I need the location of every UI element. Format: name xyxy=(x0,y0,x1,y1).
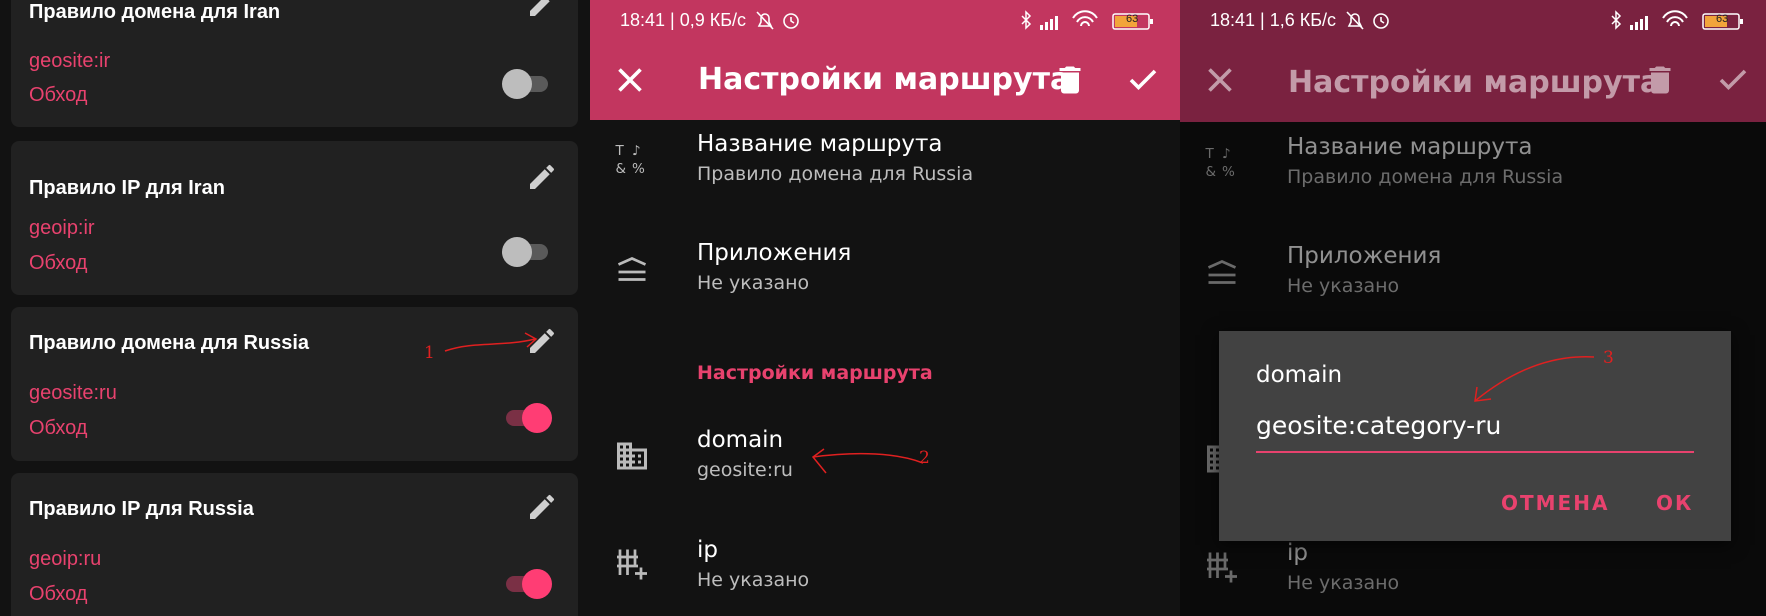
svg-text:T: T xyxy=(615,143,625,159)
building-icon xyxy=(617,442,647,470)
row-subtitle: geosite:ru xyxy=(697,459,793,481)
battery-level: 63 xyxy=(1126,13,1139,25)
close-icon[interactable] xyxy=(1202,62,1238,98)
rule-enable-toggle[interactable] xyxy=(502,565,552,601)
apps-filter-icon xyxy=(617,257,647,281)
row-title: Приложения xyxy=(1287,243,1442,269)
mute-alarm-icons xyxy=(756,11,799,30)
rule-action: Обход xyxy=(29,583,88,605)
rule-card[interactable]: Правило IP для Russia geoip:ru Обход xyxy=(11,473,578,616)
app-bar: Настройки маршрута xyxy=(590,40,1180,120)
rule-title: Правило домена для Iran xyxy=(29,1,281,23)
row-title: ip xyxy=(1287,540,1308,566)
domain-input[interactable]: geosite:category-ru xyxy=(1256,411,1694,453)
text-format-icon: T ♪ & % xyxy=(615,143,646,176)
svg-text:&: & xyxy=(616,161,627,176)
app-bar: Настройки маршрута xyxy=(1180,40,1766,120)
annotation-arrow xyxy=(1474,356,1595,402)
battery-level: 63 xyxy=(1716,13,1729,25)
grid-add-icon xyxy=(1207,552,1237,583)
row-subtitle: Правило домена для Russia xyxy=(1287,166,1564,188)
domain-input-value: geosite:category-ru xyxy=(1256,411,1502,440)
close-icon[interactable] xyxy=(612,62,648,98)
edit-pencil-icon[interactable] xyxy=(526,491,558,523)
dialog-title: domain xyxy=(1256,362,1343,388)
rule-enable-toggle[interactable] xyxy=(502,399,552,435)
page-title: Настройки маршрута xyxy=(1288,65,1661,100)
row-subtitle: Правило домена для Russia xyxy=(697,163,974,185)
status-text: 18:41 | 0,9 КБ/с xyxy=(620,10,747,30)
rule-action: Обход xyxy=(29,252,88,274)
svg-text:♪: ♪ xyxy=(632,143,641,159)
ok-button[interactable]: ОК xyxy=(1656,491,1693,515)
connectivity-icons xyxy=(1611,10,1743,30)
annotation-arrow xyxy=(444,332,538,352)
annotation-arrow xyxy=(811,448,924,474)
rule-card[interactable]: Правило IP для Iran geoip:ir Обход xyxy=(11,141,578,295)
delete-icon[interactable] xyxy=(1642,62,1678,98)
annotation-number: 1 xyxy=(424,343,435,363)
row-subtitle: Не указано xyxy=(1287,275,1400,297)
mute-alarm-icons xyxy=(1346,11,1389,30)
rule-value: geosite:ru xyxy=(29,382,117,404)
route-settings-panel: 18:41 | 0,9 КБ/с 63 Настройки маршрута T… xyxy=(590,0,1180,616)
rule-card[interactable]: Правило домена для Russia geosite:ru Обх… xyxy=(11,307,578,461)
edit-pencil-icon[interactable] xyxy=(526,161,558,193)
row-subtitle: Не указано xyxy=(697,569,810,591)
route-settings-dialog-panel: 18:41 | 1,6 КБ/с 63 Настройки маршрута T xyxy=(1180,0,1766,616)
status-bar: 18:41 | 1,6 КБ/с 63 xyxy=(1180,0,1766,40)
rule-enable-toggle[interactable] xyxy=(502,65,552,101)
row-title: domain xyxy=(697,427,784,453)
rule-value: geoip:ir xyxy=(29,217,95,239)
svg-text:♪: ♪ xyxy=(1222,146,1231,162)
rule-card[interactable]: Правило домена для Iran geosite:ir Обход xyxy=(11,0,578,127)
rule-action: Обход xyxy=(29,417,88,439)
row-title: Название маршрута xyxy=(1287,134,1533,160)
annotation-number: 2 xyxy=(919,448,930,468)
annotation-number: 3 xyxy=(1603,348,1614,368)
grid-add-icon xyxy=(617,549,647,580)
row-title: Приложения xyxy=(697,240,852,266)
row-subtitle: Не указано xyxy=(1287,572,1400,594)
cancel-button[interactable]: ОТМЕНА xyxy=(1501,491,1609,515)
rule-title: Правило домена для Russia xyxy=(29,332,310,354)
page-title: Настройки маршрута xyxy=(698,62,1071,97)
delete-icon[interactable] xyxy=(1052,62,1088,98)
rule-value: geosite:ir xyxy=(29,50,111,72)
svg-text:%: % xyxy=(632,161,645,176)
svg-text:T: T xyxy=(1205,146,1215,162)
rule-value: geoip:ru xyxy=(29,548,102,570)
rules-list-panel: Правило домена для Iran geosite:ir Обход… xyxy=(0,0,590,616)
status-bar: 18:41 | 0,9 КБ/с 63 xyxy=(590,0,1180,40)
rule-enable-toggle[interactable] xyxy=(502,233,552,269)
edit-domain-dialog: domain geosite:category-ru ОТМЕНА ОК 3 xyxy=(1219,331,1731,541)
apps-filter-icon xyxy=(1207,260,1237,284)
row-title: ip xyxy=(697,537,718,563)
svg-text:&: & xyxy=(1206,164,1217,179)
check-icon[interactable] xyxy=(1125,62,1161,98)
check-icon[interactable] xyxy=(1715,62,1751,98)
section-header: Настройки маршрута xyxy=(697,362,933,384)
connectivity-icons xyxy=(1021,10,1153,30)
rule-title: Правило IP для Iran xyxy=(29,177,225,199)
edit-pencil-icon[interactable] xyxy=(526,0,558,20)
svg-text:%: % xyxy=(1222,164,1235,179)
text-format-icon: T ♪ & % xyxy=(1205,146,1236,179)
status-text: 18:41 | 1,6 КБ/с xyxy=(1210,10,1337,30)
row-subtitle: Не указано xyxy=(697,272,810,294)
row-title: Название маршрута xyxy=(697,131,943,157)
rule-title: Правило IP для Russia xyxy=(29,498,254,520)
rule-action: Обход xyxy=(29,84,88,106)
